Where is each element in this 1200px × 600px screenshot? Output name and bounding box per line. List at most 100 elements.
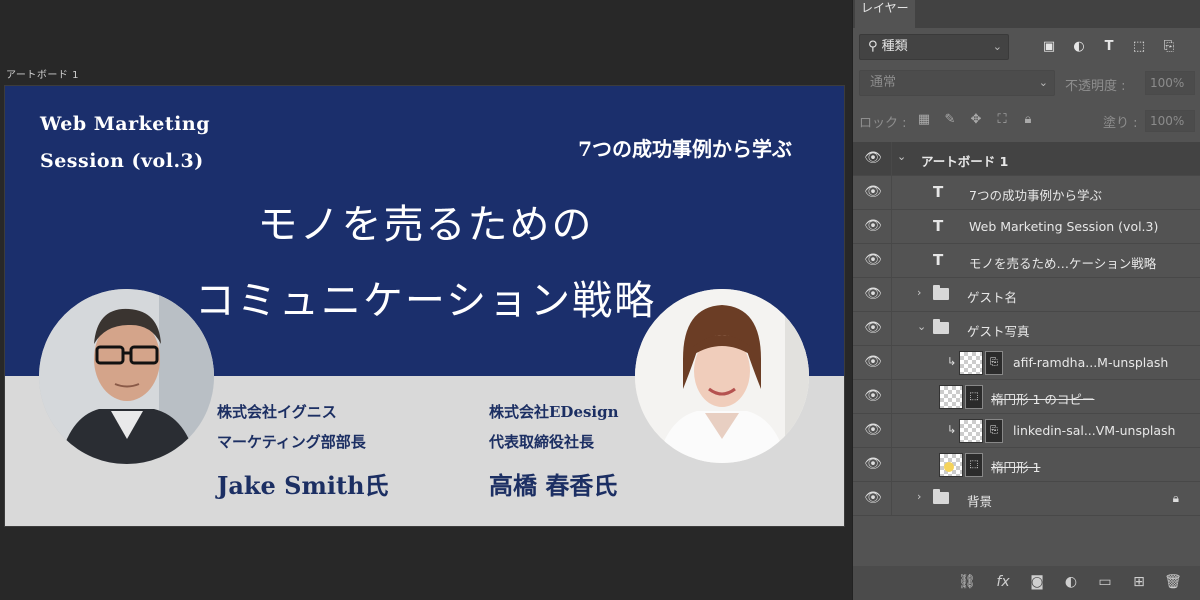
guest-company: 株式会社EDesign xyxy=(489,403,619,421)
folder-icon xyxy=(933,285,949,300)
layer-name: 楕円形 1 のコピー xyxy=(991,392,1095,407)
session-title: Web Marketing Session (vol.3) xyxy=(40,106,210,180)
vector-mask-icon: ⬚ xyxy=(965,385,983,409)
layer-name: 7つの成功事例から学ぶ xyxy=(969,188,1102,203)
layer-name: afif-ramdha...M-unsplash xyxy=(1013,355,1169,370)
new-layer-icon[interactable]: ⊞ xyxy=(1129,574,1149,590)
blend-row: 通常 ⌄ 不透明度 : 100% xyxy=(859,70,1200,96)
layer-name: linkedin-sal...VM-unsplash xyxy=(1013,423,1176,438)
layers-panel: レイヤー ⚲ 種類 ⌄ ▣ ◐ T ⬚ ⎘ 通常 ⌄ 不透明度 : 100% ロ… xyxy=(852,0,1200,600)
opacity-label: 不透明度 : xyxy=(1065,79,1126,94)
layer-thumbnail xyxy=(959,419,983,443)
chevron-right-icon[interactable]: › xyxy=(917,490,921,503)
blend-mode-value: 通常 xyxy=(870,75,897,90)
layer-name: ゲスト名 xyxy=(967,290,1018,305)
guest-photo-haruka-takahashi xyxy=(635,289,809,463)
layer-row-text[interactable]: 👁︎ T 7つの成功事例から学ぶ xyxy=(853,176,1200,210)
text-layer-icon: T xyxy=(933,217,944,235)
chevron-down-icon[interactable]: ⌄ xyxy=(917,320,926,333)
layer-name: ゲスト写真 xyxy=(967,324,1030,339)
eye-icon[interactable]: 👁︎ xyxy=(863,184,883,202)
session-title-line1: Web Marketing xyxy=(40,113,210,135)
tab-layers[interactable]: レイヤー xyxy=(855,0,915,28)
eye-icon[interactable]: 👁︎ xyxy=(863,252,883,270)
eye-icon[interactable]: 👁︎ xyxy=(863,218,883,236)
artboard[interactable]: Web Marketing Session (vol.3) 7つの成功事例から学… xyxy=(4,85,845,527)
lock-position-icon[interactable]: ✥ xyxy=(967,112,985,127)
fx-icon[interactable]: fx xyxy=(993,574,1013,590)
search-icon: ⚲ xyxy=(868,39,882,54)
layer-name: Web Marketing Session (vol.3) xyxy=(969,219,1159,234)
layer-row-image[interactable]: 👁︎ ↳ ⎘ afif-ramdha...M-unsplash xyxy=(853,346,1200,380)
filter-select-value: 種類 xyxy=(881,39,908,54)
fill-field[interactable]: 100% xyxy=(1145,110,1195,132)
subtitle: 7つの成功事例から学ぶ xyxy=(578,137,792,161)
layer-name: 背景 xyxy=(967,494,993,509)
layers-panel-footer: ⛓ fx ◙ ◐ ▭ ⊞ 🗑︎ xyxy=(853,566,1200,600)
panel-tab-bar: レイヤー xyxy=(853,0,1200,28)
layer-name: アートボード 1 xyxy=(921,154,1009,169)
text-filter-icon[interactable]: T xyxy=(1099,37,1119,57)
lock-label: ロック : xyxy=(859,116,907,131)
guest-company: 株式会社イグニス xyxy=(217,403,337,421)
link-icon[interactable]: ⛓ xyxy=(957,574,977,590)
layer-kind-filter-select[interactable]: ⚲ 種類 ⌄ xyxy=(859,34,1009,60)
fill-label: 塗り : xyxy=(1103,116,1138,131)
eye-icon[interactable]: 👁︎ xyxy=(863,286,883,304)
layer-row-group[interactable]: 👁︎ › ゲスト名 xyxy=(853,278,1200,312)
smart-object-icon: ⎘ xyxy=(985,419,1003,443)
shape-filter-icon[interactable]: ⬚ xyxy=(1129,37,1149,57)
blend-mode-select[interactable]: 通常 ⌄ xyxy=(859,70,1055,96)
layer-name: 楕円形 1 xyxy=(991,460,1041,475)
canvas-area[interactable]: アートボード 1 Web Marketing Session (vol.3) 7… xyxy=(0,0,852,600)
smart-object-icon: ⎘ xyxy=(985,351,1003,375)
chevron-down-icon[interactable]: ⌄ xyxy=(897,150,906,163)
image-filter-icon[interactable]: ▣ xyxy=(1039,37,1059,57)
guest-name: Jake Smith氏 xyxy=(217,471,389,500)
layer-thumbnail xyxy=(939,453,963,477)
layer-row-text[interactable]: 👁︎ T モノを売るため…ケーション戦略 xyxy=(853,244,1200,278)
eye-icon[interactable]: 👁︎ xyxy=(863,490,883,508)
layer-row-group[interactable]: 👁︎ › 背景 🔒︎ xyxy=(853,482,1200,516)
chevron-right-icon[interactable]: › xyxy=(917,286,921,299)
session-title-line2: Session (vol.3) xyxy=(40,150,204,172)
layer-row-shape[interactable]: 👁︎ ⬚ 楕円形 1 のコピー xyxy=(853,380,1200,414)
eye-icon[interactable]: 👁︎ xyxy=(863,422,883,440)
guest-role: 代表取締役社長 xyxy=(489,433,595,451)
layer-thumbnail xyxy=(939,385,963,409)
lock-transparent-pixels-icon[interactable]: ▦ xyxy=(915,112,933,127)
lock-all-icon[interactable]: 🔒︎ xyxy=(1019,112,1037,127)
lock-artboard-icon[interactable]: ⛶ xyxy=(993,112,1011,127)
layer-row-image[interactable]: 👁︎ ↳ ⎘ linkedin-sal...VM-unsplash xyxy=(853,414,1200,448)
layer-row-text[interactable]: 👁︎ T Web Marketing Session (vol.3) xyxy=(853,210,1200,244)
add-mask-icon[interactable]: ◙ xyxy=(1027,574,1047,590)
new-group-icon[interactable]: ▭ xyxy=(1095,574,1115,590)
lock-icon: 🔒︎ xyxy=(1172,491,1179,505)
layer-row-group[interactable]: 👁︎ ⌄ ゲスト写真 xyxy=(853,312,1200,346)
smart-object-filter-icon[interactable]: ⎘ xyxy=(1159,37,1179,57)
eye-icon[interactable]: 👁︎ xyxy=(863,150,883,168)
artboard-label: アートボード 1 xyxy=(6,70,79,81)
eye-icon[interactable]: 👁︎ xyxy=(863,354,883,372)
chevron-down-icon: ⌄ xyxy=(1038,76,1048,89)
eye-icon[interactable]: 👁︎ xyxy=(863,388,883,406)
layer-filter-row: ⚲ 種類 ⌄ ▣ ◐ T ⬚ ⎘ xyxy=(859,34,1200,60)
adjustment-filter-icon[interactable]: ◐ xyxy=(1069,37,1089,57)
lock-image-pixels-icon[interactable]: ✎ xyxy=(941,112,959,127)
eye-icon[interactable]: 👁︎ xyxy=(863,320,883,338)
guest-name: 高橋 春香氏 xyxy=(489,471,618,500)
layer-row-shape[interactable]: 👁︎ ⬚ 楕円形 1 xyxy=(853,448,1200,482)
guest-role: マーケティング部部長 xyxy=(217,433,366,451)
clipping-arrow-icon: ↳ xyxy=(947,355,957,368)
headline-line1: モノを売るための xyxy=(257,202,594,248)
eye-icon[interactable]: 👁︎ xyxy=(863,456,883,474)
vector-mask-icon: ⬚ xyxy=(965,453,983,477)
clipping-arrow-icon: ↳ xyxy=(947,423,957,436)
text-layer-icon: T xyxy=(933,183,944,201)
layer-row-artboard[interactable]: 👁︎ ⌄ アートボード 1 xyxy=(853,142,1200,176)
adjustment-layer-icon[interactable]: ◐ xyxy=(1061,574,1081,590)
text-layer-icon: T xyxy=(933,251,944,269)
opacity-field[interactable]: 100% xyxy=(1145,71,1195,95)
trash-icon[interactable]: 🗑︎ xyxy=(1163,574,1183,590)
folder-open-icon xyxy=(933,319,949,334)
